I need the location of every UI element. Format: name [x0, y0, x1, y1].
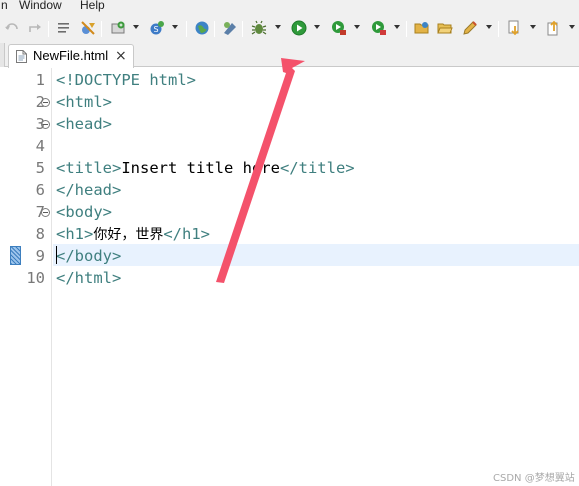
coverage-icon[interactable] [331, 20, 347, 36]
dropdown-arrow-icon[interactable] [172, 25, 178, 29]
forward-gray-icon[interactable] [27, 20, 43, 36]
dropdown-arrow-icon[interactable] [354, 25, 360, 29]
tab-newfile-html[interactable]: NewFile.html × [8, 44, 134, 68]
dropdown-arrow-icon[interactable] [569, 25, 575, 29]
current-line-highlight [53, 244, 579, 266]
globe-icon[interactable] [194, 20, 210, 36]
code-tag: </html> [56, 269, 122, 287]
fold-toggle-icon[interactable] [41, 208, 50, 217]
dropdown-arrow-icon[interactable] [530, 25, 536, 29]
line-number: 9 [35, 247, 45, 265]
watermark: CSDN @梦想翼站 [493, 473, 575, 484]
toolbar-separator [498, 21, 499, 37]
toolbar-separator [186, 21, 187, 37]
next-annotation-icon[interactable] [507, 20, 523, 36]
previous-annotation-icon[interactable] [546, 20, 562, 36]
line-number: 1 [35, 71, 45, 89]
debug-icon[interactable] [251, 20, 267, 36]
code-line[interactable]: <title>Insert title here</title> [56, 157, 355, 179]
code-line[interactable]: <html> [56, 91, 112, 113]
toolbar-separator [406, 21, 407, 37]
code-text: Insert title here [121, 159, 280, 177]
editor-tab-strip: NewFile.html × [0, 43, 579, 68]
toolbar-separator [48, 21, 49, 37]
fold-toggle-icon[interactable] [41, 98, 50, 107]
dropdown-arrow-icon[interactable] [314, 25, 320, 29]
toolbar-separator [242, 21, 243, 37]
code-tag: <body> [56, 203, 112, 221]
overview-ruler [0, 68, 8, 486]
code-line[interactable]: <head> [56, 113, 112, 135]
code-tag: <head> [56, 115, 112, 133]
code-line[interactable]: <!DOCTYPE html> [56, 69, 196, 91]
text-caret [56, 246, 57, 264]
menu-run[interactable]: n [1, 0, 8, 12]
skip-breakpoints-icon[interactable] [80, 20, 96, 36]
dropdown-arrow-icon[interactable] [394, 25, 400, 29]
line-number: 4 [35, 137, 45, 155]
fold-toggle-icon[interactable] [41, 120, 50, 129]
pencil-icon[interactable] [462, 20, 478, 36]
open-folder-icon[interactable] [414, 20, 430, 36]
dropdown-arrow-icon[interactable] [133, 25, 139, 29]
folder-icon[interactable] [437, 20, 453, 36]
menu-bar: n Window Help [0, 0, 579, 14]
code-line[interactable]: </body> [56, 245, 121, 267]
main-toolbar: S [0, 14, 579, 43]
line-number: 5 [35, 159, 45, 177]
external-tools-icon[interactable] [371, 20, 387, 36]
code-text: 你好，世界 [93, 227, 164, 243]
toggle-mark-occurrences-icon[interactable] [56, 20, 72, 36]
new-server-icon[interactable] [110, 20, 126, 36]
code-line[interactable]: <body> [56, 201, 112, 223]
code-line[interactable]: </html> [56, 267, 121, 289]
code-tag: <h1> [56, 225, 94, 243]
close-icon[interactable]: × [115, 48, 127, 64]
line-number: 8 [35, 225, 45, 243]
dropdown-arrow-icon[interactable] [486, 25, 492, 29]
toolbar-separator [214, 21, 215, 37]
menu-window[interactable]: Window [19, 0, 62, 12]
code-line[interactable]: <h1>你好，世界</h1> [56, 223, 210, 246]
tab-label: NewFile.html [33, 48, 109, 63]
line-number: 10 [26, 269, 45, 287]
code-tag: <!DOCTYPE html> [56, 71, 196, 89]
code-tag: </body> [56, 247, 122, 265]
dropdown-arrow-icon[interactable] [275, 25, 281, 29]
code-tag: </h1> [163, 225, 210, 243]
new-java-class-icon[interactable]: S [149, 20, 165, 36]
code-tag: </head> [56, 181, 122, 199]
html-file-icon [16, 50, 27, 63]
run-icon[interactable] [291, 20, 307, 36]
svg-text:S: S [154, 25, 159, 34]
menu-help[interactable]: Help [80, 0, 105, 12]
code-editor[interactable]: 1 <!DOCTYPE html> 2 <html> 3 <head> 4 5 <title>I… [0, 68, 579, 486]
code-tag: <title> [56, 159, 122, 177]
open-type-icon[interactable] [222, 20, 238, 36]
tab-strip-edge [0, 43, 5, 67]
code-line[interactable]: </head> [56, 179, 121, 201]
code-tag: <html> [56, 93, 112, 111]
line-number: 6 [35, 181, 45, 199]
back-gray-icon[interactable] [4, 20, 20, 36]
code-tag: </title> [279, 159, 355, 177]
toolbar-separator [101, 21, 102, 37]
